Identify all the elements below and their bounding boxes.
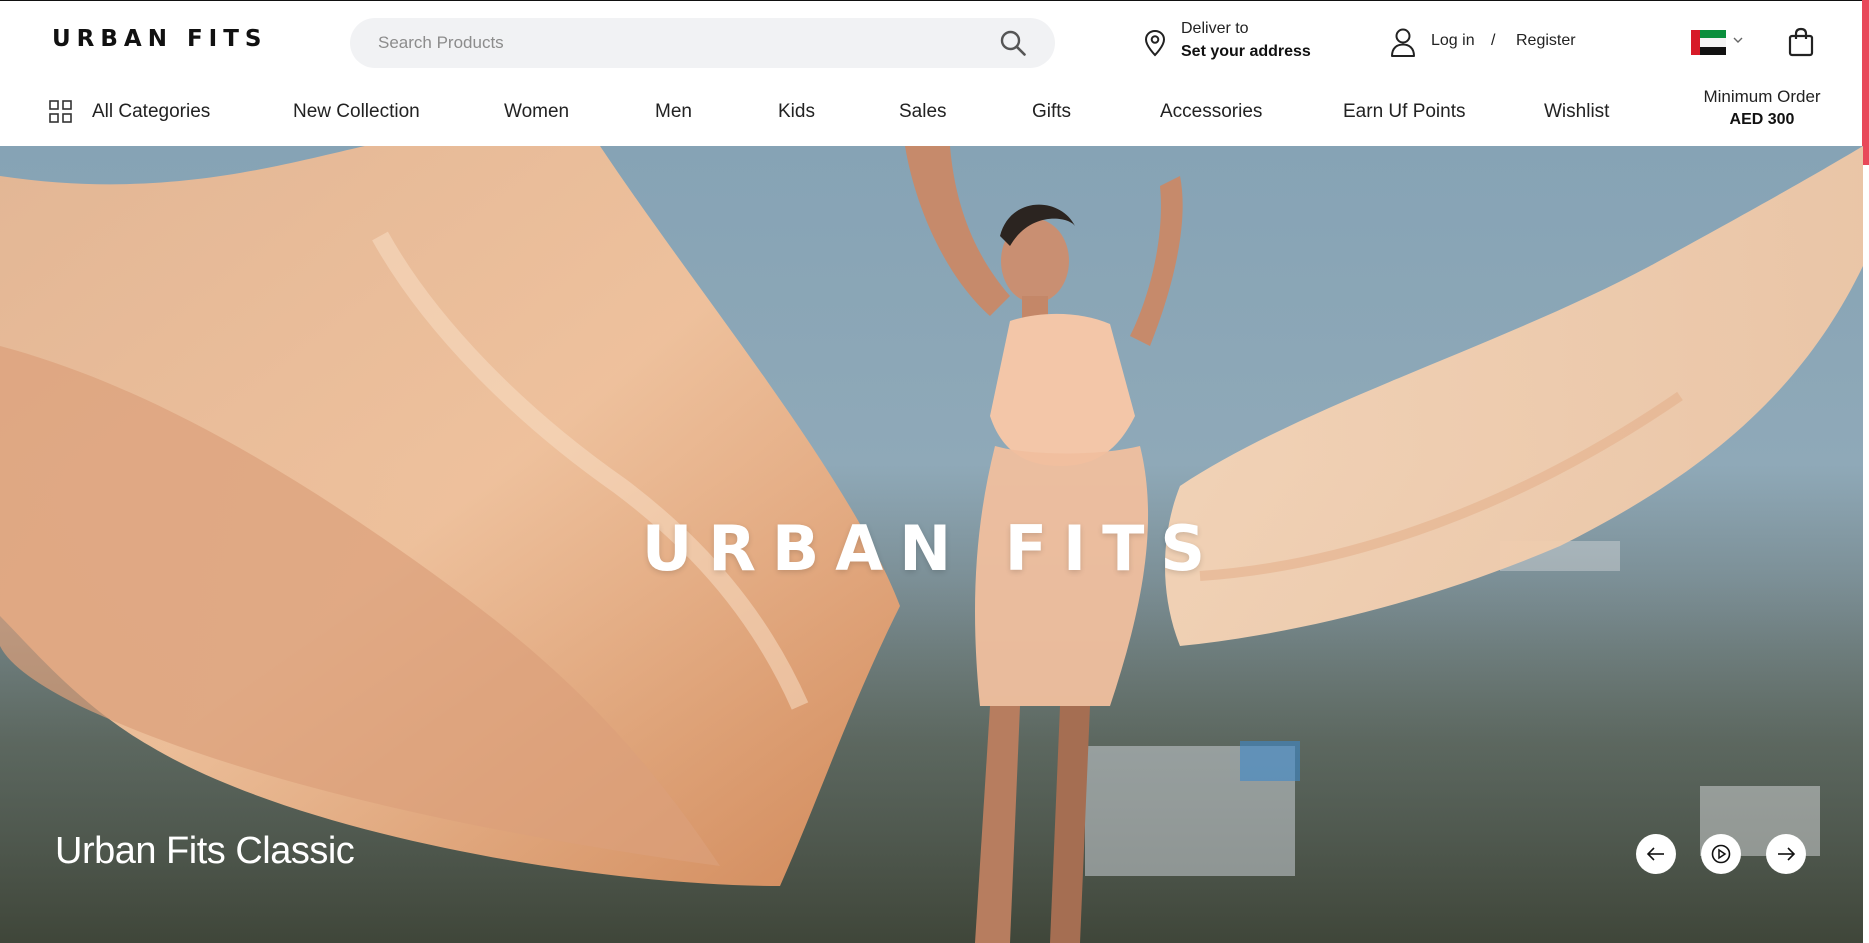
nav-earn-uf-points[interactable]: Earn Uf Points bbox=[1343, 101, 1466, 123]
nav-wishlist[interactable]: Wishlist bbox=[1544, 101, 1609, 123]
deliver-address-button[interactable]: Deliver to Set your address bbox=[1140, 17, 1320, 67]
register-link[interactable]: Register bbox=[1516, 32, 1576, 50]
account-separator: / bbox=[1491, 32, 1496, 49]
nav-new-collection[interactable]: New Collection bbox=[293, 101, 420, 123]
search-input[interactable] bbox=[378, 18, 978, 68]
prev-slide-button[interactable] bbox=[1636, 834, 1676, 874]
nav-accessories[interactable]: Accessories bbox=[1160, 101, 1262, 123]
play-slide-button[interactable] bbox=[1701, 834, 1741, 874]
minimum-order-notice: Minimum Order AED 300 bbox=[1692, 87, 1832, 129]
nav-sales[interactable]: Sales bbox=[899, 101, 947, 123]
hero-caption: Urban Fits Classic bbox=[55, 830, 355, 872]
prev-arrow-icon bbox=[1646, 847, 1664, 861]
main-nav: All Categories New Collection Women Men … bbox=[0, 80, 1869, 146]
scrollbar-thumb[interactable] bbox=[1862, 0, 1869, 165]
logo[interactable]: URBAN FITS bbox=[52, 26, 268, 52]
deliver-label: Deliver to bbox=[1181, 20, 1249, 37]
search-icon[interactable] bbox=[999, 29, 1027, 57]
nav-women[interactable]: Women bbox=[504, 101, 569, 123]
play-icon bbox=[1711, 844, 1731, 864]
next-slide-button[interactable] bbox=[1766, 834, 1806, 874]
nav-gifts[interactable]: Gifts bbox=[1032, 101, 1071, 123]
search-bar bbox=[350, 18, 1055, 68]
login-link[interactable]: Log in bbox=[1431, 32, 1475, 50]
nav-men[interactable]: Men bbox=[655, 101, 692, 123]
nav-kids[interactable]: Kids bbox=[778, 101, 815, 123]
nav-all-categories[interactable]: All Categories bbox=[92, 101, 210, 123]
top-header: URBAN FITS Deliver to Set your address L… bbox=[0, 0, 1869, 80]
hero-brand-title: URBAN FITS bbox=[641, 512, 1222, 585]
minimum-order-value: AED 300 bbox=[1729, 111, 1795, 128]
grid-icon[interactable] bbox=[49, 100, 72, 123]
uae-flag-icon[interactable] bbox=[1691, 30, 1726, 55]
deliver-address: Set your address bbox=[1181, 43, 1311, 60]
location-pin-icon bbox=[1144, 29, 1166, 57]
chevron-down-icon[interactable] bbox=[1733, 36, 1743, 44]
hero-banner: URBAN FITS Urban Fits Classic bbox=[0, 146, 1863, 943]
next-arrow-icon bbox=[1778, 847, 1796, 861]
user-icon[interactable] bbox=[1390, 27, 1416, 57]
shopping-bag-icon[interactable] bbox=[1788, 27, 1814, 57]
minimum-order-label: Minimum Order bbox=[1703, 87, 1821, 106]
